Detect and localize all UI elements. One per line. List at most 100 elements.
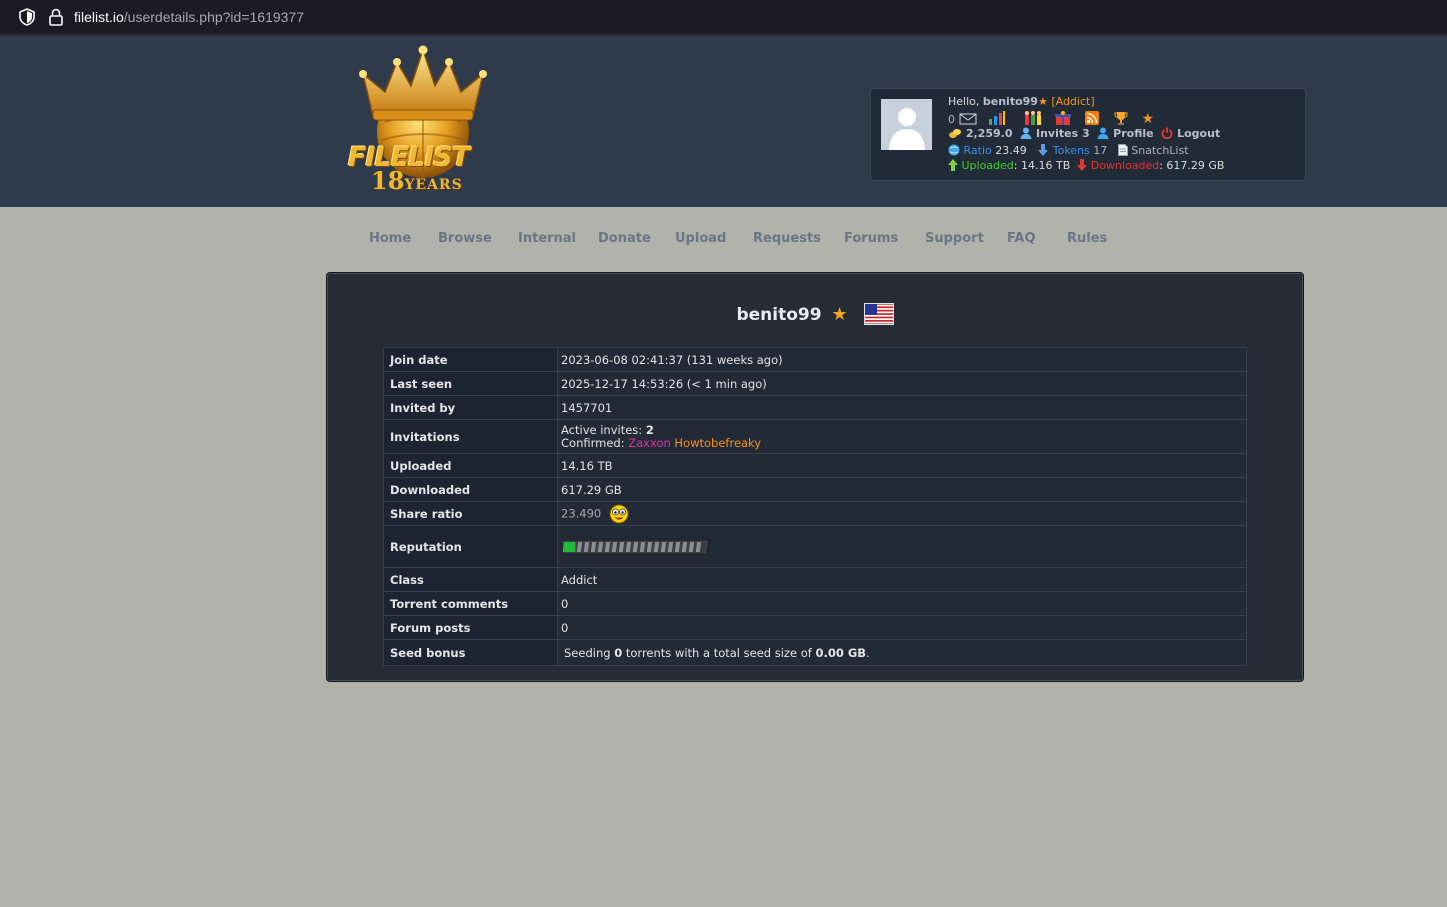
nav-faq[interactable]: FAQ [1007, 231, 1036, 246]
star-icon: ★ [831, 304, 848, 325]
document-icon [1117, 144, 1128, 156]
table-row: Downloaded 617.29 GB [383, 477, 1247, 502]
favorites-star-icon[interactable]: ★ [1142, 111, 1155, 127]
table-row: Seed bonus Seeding 0 torrents with a tot… [383, 639, 1247, 666]
table-row: Last seen 2025-12-17 14:53:26 (< 1 min a… [383, 371, 1247, 396]
bonus-points[interactable]: 2,259.0 [966, 127, 1013, 140]
invited-by-value[interactable]: 1457701 [557, 395, 1247, 420]
nav-support[interactable]: Support [925, 231, 984, 246]
reputation-cell [557, 525, 1247, 568]
active-invites-label: Active invites: [561, 422, 643, 437]
coins-icon[interactable] [948, 127, 962, 139]
join-date-value: 2023-06-08 02:41:37 (131 weeks ago) [557, 347, 1247, 372]
invites-link[interactable]: Invites 3 [1036, 127, 1090, 140]
tokens-arrow-icon [1038, 144, 1049, 156]
profile-title: benito99 ★ [327, 303, 1303, 325]
table-row: Share ratio 23.490 [383, 501, 1247, 526]
message-count: 0 [948, 113, 955, 126]
invites-count: 3 [1081, 127, 1090, 140]
seed-size: 0.00 GB [815, 645, 867, 660]
nav-upload[interactable]: Upload [675, 231, 726, 246]
profile-username: benito99 [736, 305, 822, 325]
transfer-line: Uploaded: 14.16 TB Downloaded: 617.29 GB [948, 159, 1224, 172]
greeting: Hello, [948, 95, 980, 108]
uploaded-label: Uploaded [961, 159, 1014, 172]
torrent-comments-label: Torrent comments [383, 591, 558, 616]
uploaded-label: Uploaded [383, 453, 558, 478]
share-ratio-cell: 23.490 [557, 501, 1247, 526]
reputation-label: Reputation [383, 525, 558, 568]
snatchlist-link[interactable]: SnatchList [1131, 144, 1188, 157]
username-link[interactable]: benito99 [983, 95, 1038, 108]
ratio-line: Ratio 23.49 Tokens 17 SnatchList [948, 144, 1189, 157]
trophy-icon[interactable] [1114, 111, 1128, 125]
confirmed-user-link[interactable]: Zaxxon [628, 436, 671, 450]
confirmed-user-link[interactable]: Howtobefreaky [674, 436, 761, 450]
forum-posts-label: Forum posts [383, 615, 558, 640]
table-row: Uploaded 14.16 TB [383, 453, 1247, 478]
uploaded-value: 14.16 TB [557, 453, 1247, 478]
nav-rules[interactable]: Rules [1067, 231, 1107, 246]
browser-urlbar: filelist.io/userdetails.php?id=1619377 [0, 0, 1447, 36]
last-seen-value: 2025-12-17 14:53:26 (< 1 min ago) [557, 371, 1247, 396]
reputation-bar [561, 539, 710, 554]
share-ratio-value: 23.490 [561, 506, 602, 520]
class-label: Class [383, 567, 558, 592]
ratio-globe-icon [948, 144, 960, 156]
seed-bonus-label: Seed bonus [383, 639, 558, 666]
invited-by-label: Invited by [383, 395, 558, 420]
user-details-table: Join date 2023-06-08 02:41:37 (131 weeks… [383, 347, 1247, 666]
mail-icon[interactable] [959, 113, 977, 125]
shield-icon[interactable] [18, 8, 36, 26]
nav-home[interactable]: Home [369, 231, 411, 246]
table-row: Invitations Active invites: 2 Confirmed:… [383, 419, 1247, 454]
us-flag-icon [863, 303, 894, 325]
ratio-label[interactable]: Ratio [964, 144, 992, 157]
users-icon[interactable] [1024, 111, 1042, 125]
nav-forums[interactable]: Forums [844, 231, 898, 246]
seed-pre: Seeding [564, 645, 611, 660]
table-row: Forum posts 0 [383, 615, 1247, 640]
bonus-line: 2,259.0 Invites 3 Profile Logout [948, 127, 1220, 140]
gifts-icon[interactable] [1055, 111, 1071, 125]
invitations-label: Invitations [383, 419, 558, 454]
stats-icon[interactable] [988, 111, 1006, 125]
lock-icon[interactable] [47, 7, 65, 27]
url-host: filelist.io [74, 9, 124, 25]
main-nav: Home Browse Internal Donate Upload Reque… [0, 231, 1447, 251]
download-arrow-icon [1077, 159, 1088, 171]
profile-icon [1097, 127, 1109, 139]
logout-link[interactable]: Logout [1177, 127, 1220, 140]
join-date-label: Join date [383, 347, 558, 372]
class-value: Addict [557, 567, 1247, 592]
user-panel: Hello, benito99★ [Addict] 0 ★ 2,259.0 In… [870, 88, 1306, 181]
nav-browse[interactable]: Browse [438, 231, 492, 246]
seed-count: 0 [614, 645, 623, 660]
smiley-face-icon [609, 504, 629, 523]
avatar[interactable] [881, 99, 932, 150]
tokens-value: 17 [1093, 144, 1108, 157]
user-class[interactable]: [Addict] [1051, 95, 1094, 108]
greeting-line: Hello, benito99★ [Addict] [948, 95, 1095, 108]
table-row: Join date 2023-06-08 02:41:37 (131 weeks… [383, 347, 1247, 372]
tokens-label[interactable]: Tokens [1053, 144, 1090, 157]
share-ratio-label: Share ratio [383, 501, 558, 526]
table-row: Invited by 1457701 [383, 395, 1247, 420]
active-invites-count: 2 [645, 422, 654, 437]
invites-label: Invites [1036, 127, 1079, 140]
star-icon: ★ [1037, 95, 1048, 108]
profile-box: benito99 ★ Join date 2023-06-08 02:41:37… [326, 272, 1304, 682]
nav-requests[interactable]: Requests [753, 231, 821, 246]
profile-link[interactable]: Profile [1113, 127, 1153, 140]
nav-donate[interactable]: Donate [598, 231, 651, 246]
forum-posts-value: 0 [557, 615, 1247, 640]
table-row: Reputation [383, 525, 1247, 568]
reputation-fill [564, 541, 576, 552]
address-bar[interactable]: filelist.io/userdetails.php?id=1619377 [74, 9, 304, 25]
rss-icon[interactable] [1084, 111, 1099, 125]
seed-bonus-value: Seeding 0 torrents with a total seed siz… [557, 639, 1247, 666]
icon-toolbar: 0 ★ [948, 111, 1154, 127]
nav-internal[interactable]: Internal [518, 231, 576, 246]
torrent-comments-value: 0 [557, 591, 1247, 616]
uploaded-value: : 14.16 TB [1013, 159, 1071, 172]
